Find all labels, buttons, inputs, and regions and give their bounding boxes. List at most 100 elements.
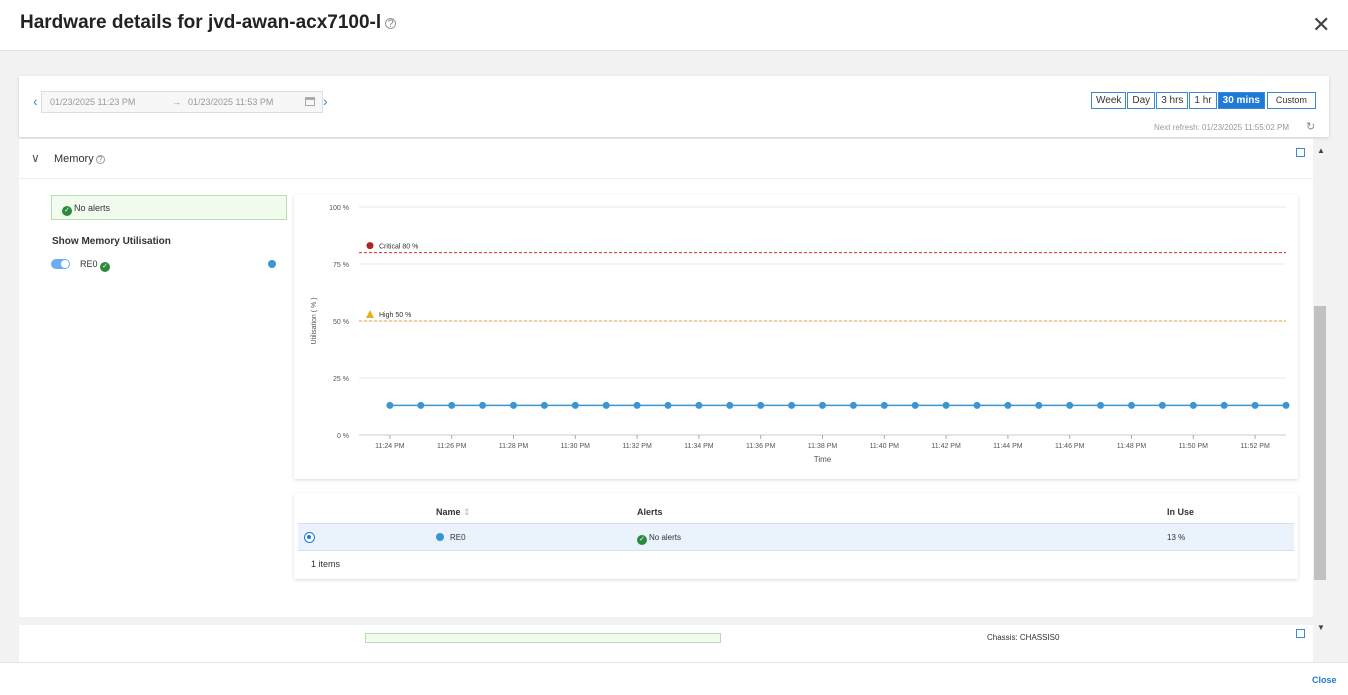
y-tick-label: 100 % [329, 205, 349, 212]
data-point [1066, 401, 1074, 409]
data-point [664, 401, 672, 409]
column-header-alerts: Alerts [637, 507, 663, 517]
series-toggle[interactable] [51, 259, 70, 269]
next-panel: Chassis: CHASSIS0 [19, 625, 1313, 662]
x-tick-label: 11:34 PM [684, 443, 714, 450]
data-point [849, 401, 857, 409]
external-link-icon[interactable] [1296, 629, 1305, 638]
data-point [1251, 401, 1259, 409]
memory-panel: ∨ Memory? ✓ No alerts Show Memory Utilisa… [19, 139, 1313, 617]
data-point [571, 401, 579, 409]
data-point [819, 401, 826, 409]
data-point [1128, 401, 1135, 409]
row-radio[interactable] [304, 532, 315, 543]
refresh-icon[interactable]: ↻ [1306, 120, 1315, 133]
data-point [510, 401, 517, 409]
check-circle-icon: ✓ [637, 535, 647, 545]
title-text: Hardware details for jvd-awan-acx7100-l [20, 12, 382, 33]
prev-range-button[interactable]: ‹ [33, 93, 38, 109]
x-tick-label: 11:24 PM [375, 443, 405, 450]
data-point [1220, 401, 1228, 409]
question-circle-icon[interactable]: ? [385, 18, 397, 30]
chevron-down-icon[interactable]: ∨ [31, 151, 40, 165]
y-tick-label: 50 % [333, 319, 349, 326]
calendar-icon[interactable] [305, 97, 315, 106]
close-icon[interactable]: ✕ [1312, 12, 1330, 38]
check-circle-icon: ✓ [100, 262, 111, 272]
x-tick-label: 11:26 PM [437, 443, 467, 450]
series-label-text: RE0 [80, 259, 98, 269]
memory-table: Name ⇕ Alerts In Use RE0 ✓ No alerts 13 %… [294, 493, 1298, 579]
question-circle-icon[interactable]: ? [95, 155, 105, 164]
range-30mins-button[interactable]: 30 mins [1217, 92, 1265, 109]
data-point [448, 401, 456, 409]
date-start: 01/23/2025 11:23 PM [50, 97, 136, 107]
data-point [1097, 401, 1105, 409]
x-axis-label: Time [814, 455, 832, 464]
time-toolbar: ‹ 01/23/2025 11:23 PM → 01/23/2025 11:53… [19, 76, 1329, 137]
data-point [788, 401, 796, 409]
x-tick-label: 11:32 PM [622, 443, 652, 450]
data-point [695, 401, 703, 409]
memory-title-text: Memory [54, 153, 94, 165]
data-point [757, 401, 765, 409]
data-point [602, 401, 610, 409]
y-tick-label: 25 % [333, 376, 349, 383]
external-link-icon[interactable] [1296, 148, 1305, 157]
table-row[interactable]: RE0 ✓ No alerts 13 % [298, 523, 1294, 551]
dialog-footer: Close [0, 662, 1348, 695]
sort-icon[interactable]: ⇕ [463, 507, 471, 517]
series-color-dot [268, 260, 276, 268]
date-range-input[interactable]: 01/23/2025 11:23 PM → 01/23/2025 11:53 P… [41, 91, 323, 113]
range-week-button[interactable]: Week [1091, 92, 1127, 109]
range-1hr-button[interactable]: 1 hr [1189, 92, 1217, 109]
row-alerts: ✓ No alerts [637, 533, 681, 545]
dialog-body: ‹ 01/23/2025 11:23 PM → 01/23/2025 11:53… [0, 51, 1348, 662]
items-count: 1 items [311, 559, 341, 569]
x-tick-label: 11:52 PM [1240, 443, 1270, 450]
x-tick-label: 11:50 PM [1179, 443, 1209, 450]
memory-panel-header[interactable]: ∨ Memory? [19, 139, 1313, 179]
data-point [386, 401, 394, 409]
scrollbar-thumb[interactable] [1314, 306, 1326, 580]
column-header-name[interactable]: Name ⇕ [436, 507, 471, 518]
chassis-label: Chassis: CHASSIS0 [987, 633, 1060, 642]
threshold-label: Critical 80 % [379, 244, 418, 251]
next-refresh-text: Next refresh: 01/23/2025 11:55:02 PM [1154, 123, 1290, 132]
range-day-button[interactable]: Day [1127, 92, 1156, 109]
x-tick-label: 11:30 PM [561, 443, 591, 450]
memory-chart: 100 % 75 % 50 % 25 % 0 % 11:24 PM 11:26 PM 11:2… [311, 205, 1290, 464]
data-point [880, 401, 888, 409]
next-alert-box [365, 633, 721, 643]
range-custom-button[interactable]: Custom [1266, 92, 1316, 109]
row-alerts-text: No alerts [649, 533, 682, 542]
memory-chart-card: 100 % 75 % 50 % 25 % 0 % 11:24 PM 11:26 PM 11:2… [294, 195, 1298, 479]
critical-icon [366, 242, 374, 250]
x-tick-label: 11:42 PM [931, 443, 961, 450]
data-point [726, 401, 734, 409]
column-name-text: Name [436, 507, 461, 517]
scroll-up-arrow[interactable]: ▲ [1317, 146, 1325, 155]
row-name: RE0 [436, 533, 466, 542]
data-point [973, 401, 981, 409]
alert-status-box: ✓ No alerts [51, 195, 287, 220]
next-range-button[interactable]: › [323, 93, 328, 109]
y-axis-label: Utilisation ( % ) [311, 297, 318, 344]
date-end: 01/23/2025 11:53 PM [188, 97, 274, 107]
close-button[interactable]: Close [1312, 675, 1337, 685]
x-tick-label: 11:36 PM [746, 443, 776, 450]
warning-icon [366, 310, 374, 318]
data-point [1158, 401, 1166, 409]
threshold-label: High 50 % [379, 312, 411, 319]
alert-status-text: No alerts [74, 203, 111, 213]
scroll-down-arrow[interactable]: ▼ [1317, 623, 1325, 632]
memory-title: Memory? [54, 153, 105, 165]
column-header-inuse: In Use [1167, 507, 1195, 517]
series-dot [436, 533, 444, 541]
data-point [417, 401, 425, 409]
x-tick-label: 11:38 PM [808, 443, 838, 450]
range-3hrs-button[interactable]: 3 hrs [1156, 92, 1189, 109]
y-tick-label: 0 % [337, 433, 349, 440]
data-point [911, 401, 919, 409]
range-selector: Week Day 3 hrs 1 hr 30 mins Custom [1091, 92, 1317, 109]
